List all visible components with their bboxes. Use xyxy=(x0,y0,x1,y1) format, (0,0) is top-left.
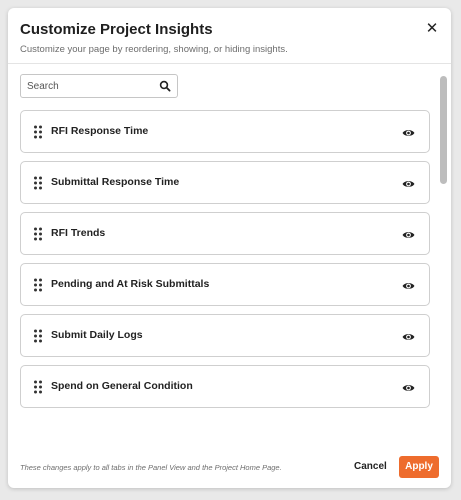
insight-label: RFI Response Time xyxy=(51,125,149,137)
dialog-title: Customize Project Insights xyxy=(20,21,213,38)
dialog-subtitle: Customize your page by reordering, showi… xyxy=(20,44,288,55)
drag-handle-icon[interactable] xyxy=(33,125,43,139)
dialog-footer: These changes apply to all tabs in the P… xyxy=(8,444,451,488)
insight-row[interactable]: Spend on General Condition xyxy=(20,365,430,408)
drag-handle-icon[interactable] xyxy=(33,380,43,394)
customize-insights-dialog: Customize Project Insights Customize you… xyxy=(8,8,451,488)
search-input[interactable] xyxy=(27,78,151,94)
eye-icon[interactable] xyxy=(402,381,415,393)
insight-label: Submit Daily Logs xyxy=(51,329,143,341)
eye-icon[interactable] xyxy=(402,126,415,138)
search-icon[interactable] xyxy=(159,80,171,92)
insight-row[interactable]: Pending and At Risk Submittals xyxy=(20,263,430,306)
eye-icon[interactable] xyxy=(402,279,415,291)
insight-label: Submittal Response Time xyxy=(51,176,180,188)
drag-handle-icon[interactable] xyxy=(33,278,43,292)
apply-button[interactable]: Apply xyxy=(399,456,439,478)
dialog-header: Customize Project Insights Customize you… xyxy=(8,8,451,64)
scrollbar-thumb[interactable] xyxy=(440,76,447,184)
eye-icon[interactable] xyxy=(402,228,415,240)
insight-row[interactable]: RFI Trends xyxy=(20,212,430,255)
close-icon[interactable]: ✕ xyxy=(425,21,439,36)
insight-row[interactable]: Submittal Response Time xyxy=(20,161,430,204)
insight-label: Pending and At Risk Submittals xyxy=(51,278,210,290)
cancel-button[interactable]: Cancel xyxy=(354,461,387,472)
insight-row[interactable]: Submit Daily Logs xyxy=(20,314,430,357)
drag-handle-icon[interactable] xyxy=(33,329,43,343)
search-box[interactable] xyxy=(20,74,178,98)
scrollbar[interactable] xyxy=(439,64,449,444)
insight-row[interactable]: RFI Response Time xyxy=(20,110,430,153)
insight-label: Spend on General Condition xyxy=(51,380,193,392)
footer-note: These changes apply to all tabs in the P… xyxy=(20,463,282,472)
insight-list: RFI Response Time Submittal Response Time… xyxy=(20,110,430,416)
eye-icon[interactable] xyxy=(402,177,415,189)
drag-handle-icon[interactable] xyxy=(33,227,43,241)
drag-handle-icon[interactable] xyxy=(33,176,43,190)
eye-icon[interactable] xyxy=(402,330,415,342)
insight-label: RFI Trends xyxy=(51,227,106,239)
dialog-body: RFI Response Time Submittal Response Time… xyxy=(8,64,451,444)
